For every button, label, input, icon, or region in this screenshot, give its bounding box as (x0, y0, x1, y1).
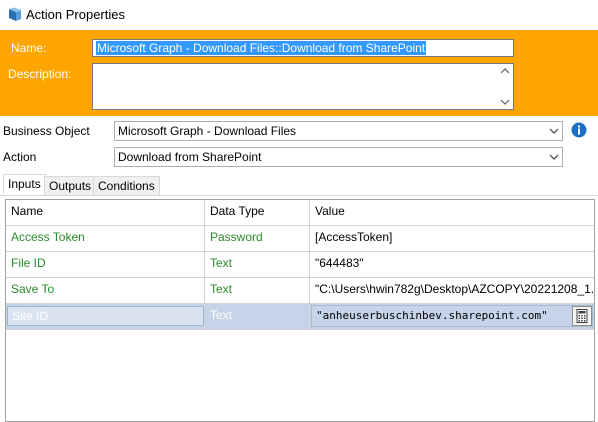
business-object-value: Microsoft Graph - Download Files (118, 124, 297, 138)
title-bar: Action Properties (0, 0, 598, 30)
expression-editor-button[interactable] (572, 306, 592, 326)
row-value[interactable]: "C:\Users\hwin782g\Desktop\AZCOPY\202212… (310, 278, 594, 303)
column-header-name[interactable]: Name (6, 200, 205, 225)
calculator-icon (576, 309, 588, 323)
table-row[interactable]: File ID Text "644483" (6, 252, 594, 278)
row-value[interactable]: "644483" (310, 252, 594, 277)
table-row[interactable]: Access Token Password [AccessToken] (6, 226, 594, 252)
tab-divider (0, 195, 598, 196)
chevron-down-icon[interactable] (549, 127, 559, 135)
column-header-data-type[interactable]: Data Type (205, 200, 310, 225)
row-value[interactable]: "anheuserbuschinbev.sharepoint.com" (310, 304, 594, 329)
tab-strip: Inputs Outputs Conditions (0, 174, 598, 196)
scroll-down-icon[interactable] (500, 98, 510, 106)
row-name-editor[interactable]: Site ID (7, 306, 204, 326)
action-value: Download from SharePoint (118, 150, 262, 164)
row-value-editor[interactable]: "anheuserbuschinbev.sharepoint.com" (311, 305, 593, 327)
row-name: Save To (6, 278, 205, 303)
inputs-grid[interactable]: Name Data Type Value Access Token Passwo… (5, 199, 595, 422)
description-label: Description: (8, 67, 72, 81)
row-name[interactable]: Site ID (6, 304, 205, 329)
chevron-down-icon[interactable] (549, 153, 559, 161)
action-header: Name: Microsoft Graph - Download Files::… (0, 30, 598, 116)
tab-inputs[interactable]: Inputs (3, 174, 46, 196)
business-object-dropdown[interactable]: Microsoft Graph - Download Files (114, 121, 563, 141)
tab-outputs[interactable]: Outputs (44, 176, 97, 195)
action-dropdown[interactable]: Download from SharePoint (114, 147, 563, 167)
info-icon[interactable] (571, 122, 587, 138)
action-label: Action (3, 150, 37, 164)
grid-header: Name Data Type Value (6, 200, 594, 226)
blueprism-action-icon (9, 7, 21, 21)
scroll-up-icon[interactable] (500, 67, 510, 75)
row-data-type: Text (205, 278, 310, 303)
row-value[interactable]: [AccessToken] (310, 226, 594, 251)
name-field-selected-text: Microsoft Graph - Download Files::Downlo… (96, 41, 427, 55)
row-data-type: Text (205, 252, 310, 277)
table-row-selected[interactable]: Site ID Text "anheuserbuschinbev.sharepo… (6, 304, 594, 330)
tab-conditions[interactable]: Conditions (93, 176, 160, 195)
name-field[interactable]: Microsoft Graph - Download Files::Downlo… (92, 39, 514, 57)
row-name: File ID (6, 252, 205, 277)
window-title: Action Properties (26, 7, 125, 22)
column-header-value[interactable]: Value (310, 200, 594, 225)
description-field[interactable] (92, 63, 514, 110)
description-scrollbar[interactable] (497, 64, 513, 109)
row-name: Access Token (6, 226, 205, 251)
row-data-type: Text (205, 304, 310, 329)
row-data-type: Password (205, 226, 310, 251)
table-row[interactable]: Save To Text "C:\Users\hwin782g\Desktop\… (6, 278, 594, 304)
business-object-label: Business Object (3, 124, 90, 138)
name-label: Name: (11, 41, 47, 55)
